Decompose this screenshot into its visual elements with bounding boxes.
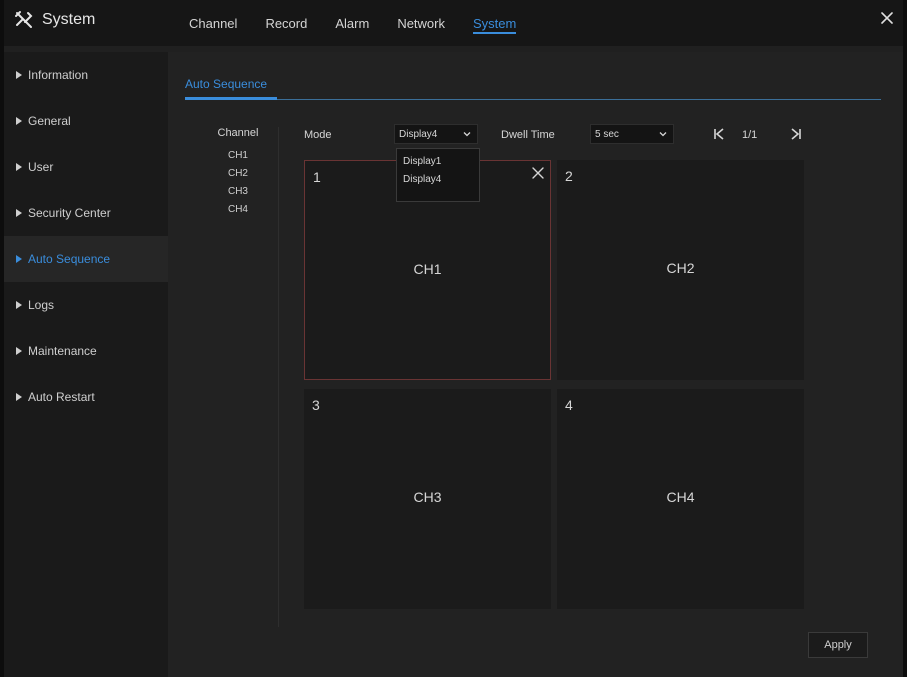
sidebar-item-label: General	[28, 114, 71, 128]
last-page-icon[interactable]	[790, 127, 802, 141]
triangle-right-icon	[16, 255, 22, 263]
cell-number: 4	[565, 397, 573, 413]
sidebar-item-user[interactable]: User	[4, 144, 168, 190]
section-tab-underline	[185, 97, 277, 100]
top-bar: System Channel Record Alarm Network Syst…	[4, 0, 903, 46]
section-divider	[185, 99, 881, 100]
dwell-time-label: Dwell Time	[501, 129, 555, 141]
sidebar-item-label: User	[28, 160, 54, 174]
app-title: System	[14, 8, 95, 32]
chevron-down-icon	[463, 132, 471, 137]
sidebar-item-maintenance[interactable]: Maintenance	[4, 328, 168, 374]
triangle-right-icon	[16, 301, 22, 309]
channel-list-item[interactable]: CH3	[198, 183, 278, 201]
sidebar-item-label: Information	[28, 68, 89, 82]
content-panel: Auto Sequence Channel CH1 CH2 CH3 CH4 Mo…	[168, 52, 903, 677]
triangle-right-icon	[16, 117, 22, 125]
sidebar-item-label: Auto Restart	[28, 390, 95, 404]
channel-list: Channel CH1 CH2 CH3 CH4	[198, 127, 278, 219]
tab-network[interactable]: Network	[397, 0, 445, 46]
mode-label: Mode	[304, 129, 332, 141]
sidebar: Information General User Security Center…	[4, 52, 168, 677]
close-icon[interactable]	[532, 167, 544, 179]
chevron-down-icon	[659, 132, 667, 137]
close-icon[interactable]	[879, 10, 895, 26]
tab-record[interactable]: Record	[265, 0, 307, 46]
cell-channel-label: CH3	[413, 489, 442, 505]
channel-list-item[interactable]: CH2	[198, 165, 278, 183]
mode-option-display4[interactable]: Display4	[397, 171, 479, 189]
mode-select-value: Display4	[399, 128, 438, 140]
page-indicator: 1/1	[742, 129, 758, 141]
apply-button[interactable]: Apply	[808, 632, 868, 658]
sidebar-item-label: Maintenance	[28, 344, 97, 358]
dwell-time-value: 5 sec	[595, 128, 619, 140]
triangle-right-icon	[16, 393, 22, 401]
tab-alarm[interactable]: Alarm	[335, 0, 369, 46]
channel-list-divider	[278, 127, 279, 627]
mode-dropdown-menu: Display1 Display4	[396, 148, 480, 202]
mode-select[interactable]: Display4	[394, 124, 478, 144]
sidebar-item-label: Logs	[28, 298, 55, 312]
app-title-text: System	[42, 11, 96, 28]
sidebar-item-general[interactable]: General	[4, 98, 168, 144]
app-window: System Channel Record Alarm Network Syst…	[4, 0, 903, 677]
channel-list-item[interactable]: CH4	[198, 201, 278, 219]
cell-channel-label: CH1	[413, 261, 442, 277]
preview-cell-2[interactable]: 2 CH2	[557, 160, 804, 380]
preview-cell-4[interactable]: 4 CH4	[557, 389, 804, 609]
sidebar-item-auto-restart[interactable]: Auto Restart	[4, 374, 168, 420]
first-page-icon[interactable]	[713, 127, 725, 141]
sidebar-item-auto-sequence[interactable]: Auto Sequence	[4, 236, 168, 282]
sidebar-item-label: Auto Sequence	[28, 252, 111, 266]
dwell-time-select[interactable]: 5 sec	[590, 124, 674, 144]
top-tabs: Channel Record Alarm Network System	[189, 0, 544, 46]
preview-cell-3[interactable]: 3 CH3	[304, 389, 551, 609]
cell-number: 2	[565, 168, 573, 184]
tab-system[interactable]: System	[473, 0, 517, 46]
tab-auto-sequence[interactable]: Auto Sequence	[185, 77, 267, 91]
tools-icon	[15, 11, 33, 28]
mode-option-display1[interactable]: Display1	[397, 153, 479, 171]
cell-number: 1	[313, 169, 321, 185]
sidebar-item-logs[interactable]: Logs	[4, 282, 168, 328]
cell-number: 3	[312, 397, 320, 413]
cell-channel-label: CH2	[666, 260, 695, 276]
triangle-right-icon	[16, 209, 22, 217]
channel-list-item[interactable]: CH1	[198, 147, 278, 165]
sidebar-item-information[interactable]: Information	[4, 52, 168, 98]
triangle-right-icon	[16, 347, 22, 355]
sidebar-item-label: Security Center	[28, 206, 111, 220]
channel-list-header: Channel	[217, 127, 259, 139]
triangle-right-icon	[16, 71, 22, 79]
tab-channel[interactable]: Channel	[189, 0, 237, 46]
triangle-right-icon	[16, 163, 22, 171]
sidebar-item-security-center[interactable]: Security Center	[4, 190, 168, 236]
cell-channel-label: CH4	[666, 489, 695, 505]
